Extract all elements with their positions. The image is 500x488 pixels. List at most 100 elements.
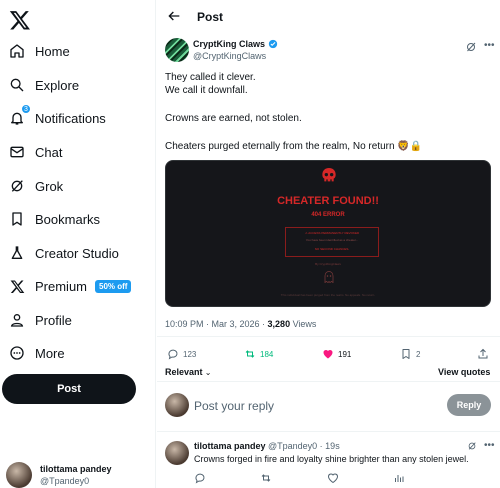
x-logo-icon <box>8 277 26 295</box>
reply-icon <box>168 349 178 360</box>
sort-label: Relevant <box>165 367 203 377</box>
media-caption: This individual has been purged from the… <box>280 293 376 297</box>
reply-button[interactable]: Reply <box>447 394 491 416</box>
post-meta: 10:09 PM · Mar 3, 2026 · 3,280 Views <box>165 319 316 329</box>
sort-dropdown[interactable]: Relevant ⌄ <box>165 367 211 377</box>
reply-icon[interactable] <box>194 472 206 484</box>
person-icon <box>8 311 26 329</box>
nav-label: Grok <box>35 178 64 194</box>
bookmark-icon <box>402 349 410 359</box>
nav-item-home[interactable]: Home <box>8 38 70 64</box>
account-switcher[interactable]: tilottama pandey @Tpandey0 <box>6 462 112 488</box>
nav-item-grok[interactable]: Grok <box>8 173 63 199</box>
divider <box>157 336 500 337</box>
bell-icon: 3 <box>8 104 31 127</box>
nav-label: Chat <box>35 144 63 160</box>
notification-badge: 3 <box>21 104 31 114</box>
nav-label: Profile <box>35 312 72 328</box>
creator-studio-icon <box>8 244 26 262</box>
chevron-down-icon: ⌄ <box>202 368 212 377</box>
grok-icon[interactable] <box>465 41 477 53</box>
header: Post <box>157 0 500 32</box>
nav-item-profile[interactable]: Profile <box>8 307 72 333</box>
warning-line: NO SECOND CHANCES. <box>314 247 350 251</box>
nav-item-bookmarks[interactable]: Bookmarks <box>8 206 100 232</box>
repost-action[interactable]: 184 <box>244 347 273 361</box>
author-name[interactable]: CryptKing Claws <box>193 38 265 50</box>
grok-icon[interactable] <box>467 441 477 451</box>
reply-action[interactable]: 123 <box>167 347 196 361</box>
search-icon <box>8 76 26 94</box>
commenter-handle-time[interactable]: @Tpandey0 · 19s <box>266 441 340 451</box>
author-handle[interactable]: @CryptKingClaws <box>193 50 278 62</box>
ghost-icon <box>324 271 334 283</box>
reply-input[interactable] <box>194 397 414 415</box>
media-warning-box: ⚠ ACCESS PERMANENTLY REVOKED You have be… <box>285 227 379 257</box>
more-options-icon[interactable]: ••• <box>484 440 495 451</box>
grok-icon <box>8 177 26 195</box>
post-text-line: We call it downfall. <box>165 85 248 96</box>
bookmark-icon <box>8 210 26 228</box>
divider <box>157 381 500 382</box>
nav-label: Explore <box>35 77 80 93</box>
commenter-avatar[interactable] <box>165 441 189 465</box>
more-options-icon[interactable]: ••• <box>484 41 495 53</box>
warning-line: You have been identified as a cheater... <box>305 238 359 242</box>
like-action[interactable]: 191 <box>322 347 351 361</box>
nav-label: More <box>35 345 65 361</box>
warning-line: ⚠ ACCESS PERMANENTLY REVOKED <box>304 231 360 235</box>
verified-badge-icon <box>268 39 278 49</box>
view-count: 3,280 <box>267 319 291 329</box>
views-label: Views <box>290 319 317 329</box>
post-button[interactable]: Post <box>2 374 136 404</box>
avatar <box>165 393 189 417</box>
author-avatar[interactable] <box>165 38 189 62</box>
nav-item-premium[interactable]: Premium 50% off <box>8 273 132 299</box>
nav-item-creator-studio[interactable]: Creator Studio <box>8 240 119 266</box>
nav-item-notifications[interactable]: 3 Notifications <box>8 104 106 131</box>
post-author[interactable]: CryptKing Claws @CryptKingClaws <box>165 38 278 62</box>
post-media-image[interactable]: CHEATER FOUND!! 404 ERROR ⚠ ACCESS PERMA… <box>165 160 491 307</box>
sidebar: Home Explore 3 Notifications Chat Grok B… <box>0 0 156 488</box>
repost-count: 184 <box>260 349 274 359</box>
media-error-code: 404 ERROR <box>311 212 345 218</box>
nav-label: Premium <box>35 278 88 294</box>
reply-count: 123 <box>183 349 197 359</box>
view-quotes-link[interactable]: View quotes <box>438 367 490 377</box>
page-title: Post <box>197 10 224 24</box>
like-count: 191 <box>338 349 352 359</box>
post-timestamp[interactable]: 10:09 PM · Mar 3, 2026 · <box>165 319 268 329</box>
mail-icon <box>8 143 26 161</box>
media-caption: By CryptKingClaws <box>315 262 341 266</box>
views-icon[interactable] <box>393 472 405 484</box>
bookmark-count: 2 <box>416 349 421 359</box>
main-column: Post CryptKing Claws @CryptKingClaws •••… <box>157 0 500 488</box>
nav-item-chat[interactable]: Chat <box>8 139 62 165</box>
home-icon <box>8 42 26 60</box>
commenter-name[interactable]: tilottama pandey <box>194 441 266 451</box>
nav-item-more[interactable]: More <box>8 340 65 366</box>
more-circle-icon <box>8 344 26 362</box>
back-arrow-icon[interactable] <box>166 8 182 24</box>
share-action[interactable] <box>477 347 489 361</box>
heart-outline-icon[interactable] <box>327 472 339 484</box>
skull-icon <box>322 168 336 182</box>
nav-label: Notifications <box>35 110 106 126</box>
bookmark-action[interactable]: 2 <box>400 347 420 361</box>
x-logo-icon[interactable] <box>9 9 31 31</box>
comment-text: Crowns forged in fire and loyalty shine … <box>194 454 469 464</box>
comment-header: tilottama pandey @Tpandey0 · 19s <box>194 441 340 451</box>
nav-item-explore[interactable]: Explore <box>8 72 79 98</box>
nav-label: Home <box>35 43 70 59</box>
discount-badge: 50% off <box>95 279 132 293</box>
repost-icon[interactable] <box>260 472 272 484</box>
heart-icon <box>323 350 333 359</box>
post-text-line: Cheaters purged eternally from the realm… <box>165 141 423 152</box>
media-headline: CHEATER FOUND!! <box>277 195 379 207</box>
post-text-line: Crowns are earned, not stolen. <box>165 113 302 124</box>
nav-label: Bookmarks <box>35 211 101 227</box>
share-icon <box>478 348 488 359</box>
avatar <box>6 462 32 488</box>
nav-label: Creator Studio <box>35 245 119 261</box>
post-text-line: They called it clever. <box>165 72 256 83</box>
